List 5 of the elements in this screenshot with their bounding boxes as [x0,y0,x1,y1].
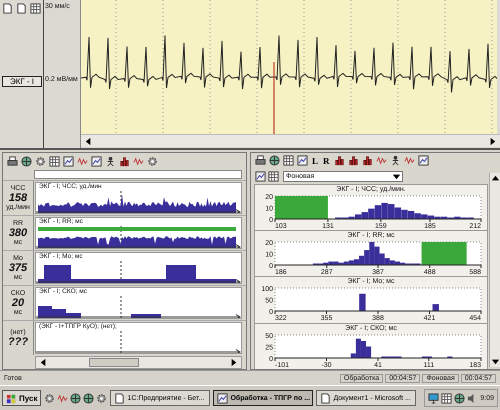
parameter-value: 158 [8,192,28,204]
parameter-value: 20 [12,297,24,309]
parameter-value: 380 [8,227,28,239]
parameter-value: ??? [8,336,28,348]
parameter-value: 375 [8,262,28,274]
